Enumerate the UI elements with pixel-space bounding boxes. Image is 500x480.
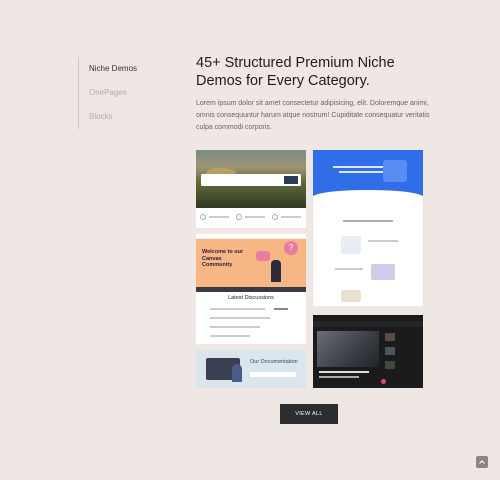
question-bubble-icon: ? [284,241,298,255]
demo-preview-saas[interactable] [313,150,423,306]
view-all-button[interactable]: VIEW ALL [280,404,338,424]
magazine-nav [313,321,423,327]
section-description: Lorem ipsum dolor sit amet consectetur a… [196,100,430,131]
hero-illustration [383,160,407,182]
plant-illustration [232,364,242,382]
feature-strip [200,212,302,224]
cloud-divider [313,190,423,204]
feature-row-1-text [368,240,398,242]
demo-preview-magazine[interactable] [313,315,423,388]
feature-row-2 [371,264,395,280]
accent-dot [381,379,386,384]
doc-search-bar [250,372,296,377]
headline-lines [319,371,369,383]
nav-item-blocks[interactable]: Blocks [89,105,137,129]
thumbnail-2 [385,347,395,355]
documentation-title: Our Documentation [250,359,298,365]
demo-preview-community[interactable]: Welcome to our Canvas Community ? Latest… [196,234,306,344]
section-heading-line [343,220,393,222]
feature-row-3 [341,290,361,302]
chevron-up-icon [479,460,485,464]
feature-row-2-text [335,268,363,270]
discussions-title: Latest Discussions [228,295,274,301]
scroll-to-top-button[interactable] [476,456,488,468]
feature-photo [317,331,379,367]
nav-item-niche-demos[interactable]: Niche Demos [89,57,137,81]
thumbnail-3 [385,361,395,369]
discussion-lines [210,308,290,342]
community-title: Welcome to our Canvas Community [202,249,244,268]
search-button [284,176,298,184]
demo-preview-travel[interactable] [196,150,306,228]
dark-strip [196,287,306,292]
section-heading: 45+ Structured Premium Niche Demos for E… [196,55,395,89]
feature-row-1 [341,236,361,254]
demo-category-nav: Niche Demos OnePages Blocks [78,57,137,129]
demo-preview-documentation[interactable]: Our Documentation [196,350,306,388]
thumbnail-1 [385,333,395,341]
nav-item-onepages[interactable]: OnePages [89,81,137,105]
person-illustration [271,260,281,282]
speech-bubble-icon [256,251,270,261]
